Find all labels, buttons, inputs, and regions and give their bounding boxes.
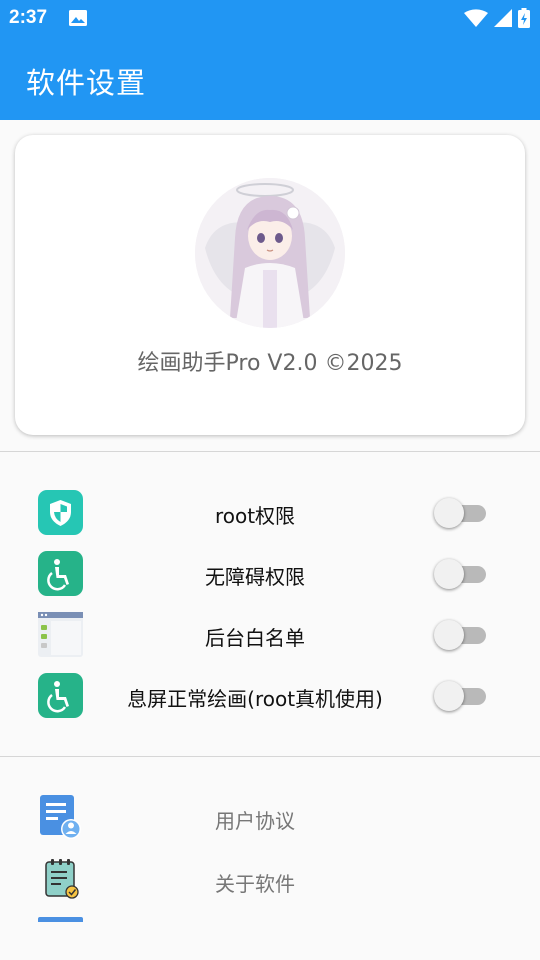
- setting-row-screen-off-drawing: 息屏正常绘画(root真机使用): [0, 673, 540, 719]
- divider: [0, 756, 540, 757]
- status-time: 2:37: [9, 7, 48, 28]
- screen-off-drawing-toggle[interactable]: [434, 681, 486, 711]
- app-window-icon: [38, 612, 83, 657]
- setting-label: 后台白名单: [205, 626, 305, 650]
- partially-visible-menu-icon: [38, 917, 83, 922]
- status-bar: 2:37: [0, 0, 540, 36]
- root-permission-toggle[interactable]: [434, 498, 486, 528]
- setting-row-whitelist: 后台白名单: [0, 612, 540, 658]
- clipboard-check-icon: [37, 858, 83, 904]
- background-whitelist-toggle[interactable]: [434, 620, 486, 650]
- accessibility-icon: [38, 673, 83, 718]
- setting-label: root权限: [214, 504, 296, 528]
- setting-label: 无障碍权限: [205, 565, 305, 589]
- cell-signal-icon: [494, 9, 512, 27]
- divider: [0, 451, 540, 452]
- app-version-text: 绘画助手Pro V2.0 ©2025: [137, 351, 403, 376]
- profile-card: 绘画助手Pro V2.0 ©2025: [15, 135, 525, 435]
- wifi-icon: [464, 9, 488, 27]
- setting-row-root: root权限: [0, 490, 540, 536]
- image-icon: [69, 10, 87, 26]
- setting-row-accessibility: 无障碍权限: [0, 551, 540, 597]
- menu-item-label: 用户协议: [215, 809, 295, 833]
- battery-icon: [518, 8, 530, 28]
- menu-item-label: 关于软件: [215, 872, 295, 896]
- user-agreement-icon: [37, 795, 83, 841]
- page-title: 软件设置: [26, 66, 147, 100]
- menu-item-about[interactable]: 关于软件: [0, 858, 540, 908]
- shield-icon: [38, 490, 83, 535]
- accessibility-icon: [38, 551, 83, 596]
- app-bar: 软件设置: [0, 36, 540, 120]
- accessibility-permission-toggle[interactable]: [434, 559, 486, 589]
- setting-label: 息屏正常绘画(root真机使用): [127, 687, 383, 711]
- avatar: [195, 178, 345, 328]
- avatar-illustration: [195, 178, 345, 328]
- menu-item-user-agreement[interactable]: 用户协议: [0, 795, 540, 845]
